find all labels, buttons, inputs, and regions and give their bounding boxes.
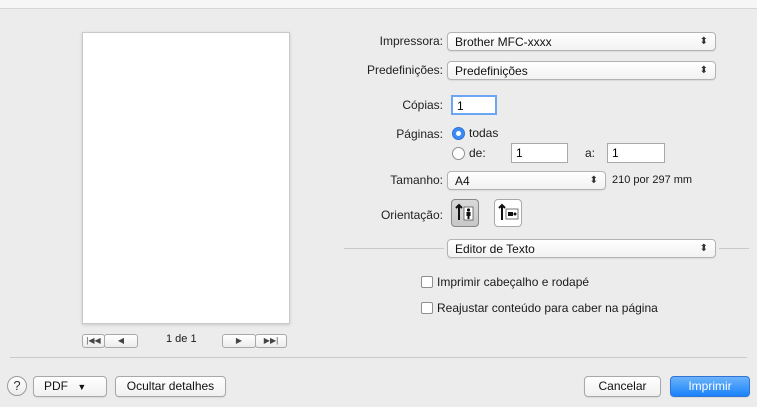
orientation-landscape-button[interactable] [494, 199, 522, 227]
orientation-label: Orientação: [380, 208, 443, 222]
help-button[interactable]: ? [7, 376, 27, 396]
cancel-button[interactable]: Cancelar [584, 376, 661, 397]
popup-arrows-icon: ⬍ [699, 36, 708, 47]
printer-value: Brother MFC-xxxx [455, 34, 552, 49]
section-value: Editor de Texto [455, 241, 535, 256]
pages-from-field[interactable]: 1 [511, 143, 568, 163]
pages-from-label: de: [469, 146, 486, 160]
first-page-icon: |◀◀ [86, 336, 101, 345]
next-page-button[interactable]: ▶ [222, 334, 256, 348]
printer-label: Impressora: [379, 34, 443, 48]
print-button[interactable]: Imprimir [670, 376, 750, 397]
section-popup[interactable]: Editor de Texto ⬍ [447, 239, 716, 258]
window-top-strip [0, 0, 757, 9]
orientation-portrait-button[interactable] [451, 199, 479, 227]
popup-arrows-icon: ⬍ [699, 243, 708, 254]
popup-arrows-icon: ⬍ [589, 175, 598, 186]
pdf-menu-button[interactable]: PDF ▼ [33, 376, 107, 397]
next-page-icon: ▶ [235, 336, 243, 345]
size-label: Tamanho: [390, 173, 443, 187]
footer-divider [10, 357, 747, 358]
pages-all-radio[interactable] [452, 127, 465, 140]
landscape-person-icon [498, 203, 519, 220]
pages-range-radio[interactable] [452, 147, 465, 160]
paper-size-value: A4 [455, 173, 470, 188]
pages-to-label: a: [585, 146, 596, 160]
previous-page-icon: ◀ [117, 336, 125, 345]
pages-to-field[interactable]: 1 [607, 143, 665, 163]
presets-label: Predefinições: [366, 63, 443, 77]
section-divider-right [719, 248, 749, 249]
paper-size-popup[interactable]: A4 ⬍ [447, 171, 606, 190]
popup-arrows-icon: ⬍ [699, 65, 708, 76]
presets-popup[interactable]: Predefinições ⬍ [447, 61, 716, 80]
fit-content-label: Reajustar conteúdo para caber na página [437, 301, 658, 315]
first-page-button[interactable]: |◀◀ [82, 334, 105, 348]
last-page-icon: ▶▶| [263, 336, 279, 345]
hide-details-button[interactable]: Ocultar detalhes [115, 376, 226, 397]
pdf-label: PDF [44, 379, 68, 393]
header-footer-label: Imprimir cabeçalho e rodapé [437, 275, 590, 289]
copies-label: Cópias: [402, 98, 443, 112]
page-indicator: 1 de 1 [166, 333, 197, 345]
printer-popup[interactable]: Brother MFC-xxxx ⬍ [447, 32, 716, 51]
chevron-down-icon: ▼ [77, 382, 87, 392]
section-divider-left [344, 248, 444, 249]
previous-page-button[interactable]: ◀ [104, 334, 138, 348]
print-preview-page [82, 32, 290, 324]
pages-all-label: todas [469, 126, 499, 140]
copies-field[interactable]: 1 [451, 95, 497, 115]
header-footer-checkbox[interactable] [421, 276, 433, 288]
last-page-button[interactable]: ▶▶| [255, 334, 287, 348]
presets-value: Predefinições [455, 63, 528, 78]
fit-content-checkbox[interactable] [421, 302, 433, 314]
pages-label: Páginas: [396, 127, 443, 141]
paper-dimensions: 210 por 297 mm [612, 174, 693, 186]
portrait-person-icon [455, 203, 474, 221]
